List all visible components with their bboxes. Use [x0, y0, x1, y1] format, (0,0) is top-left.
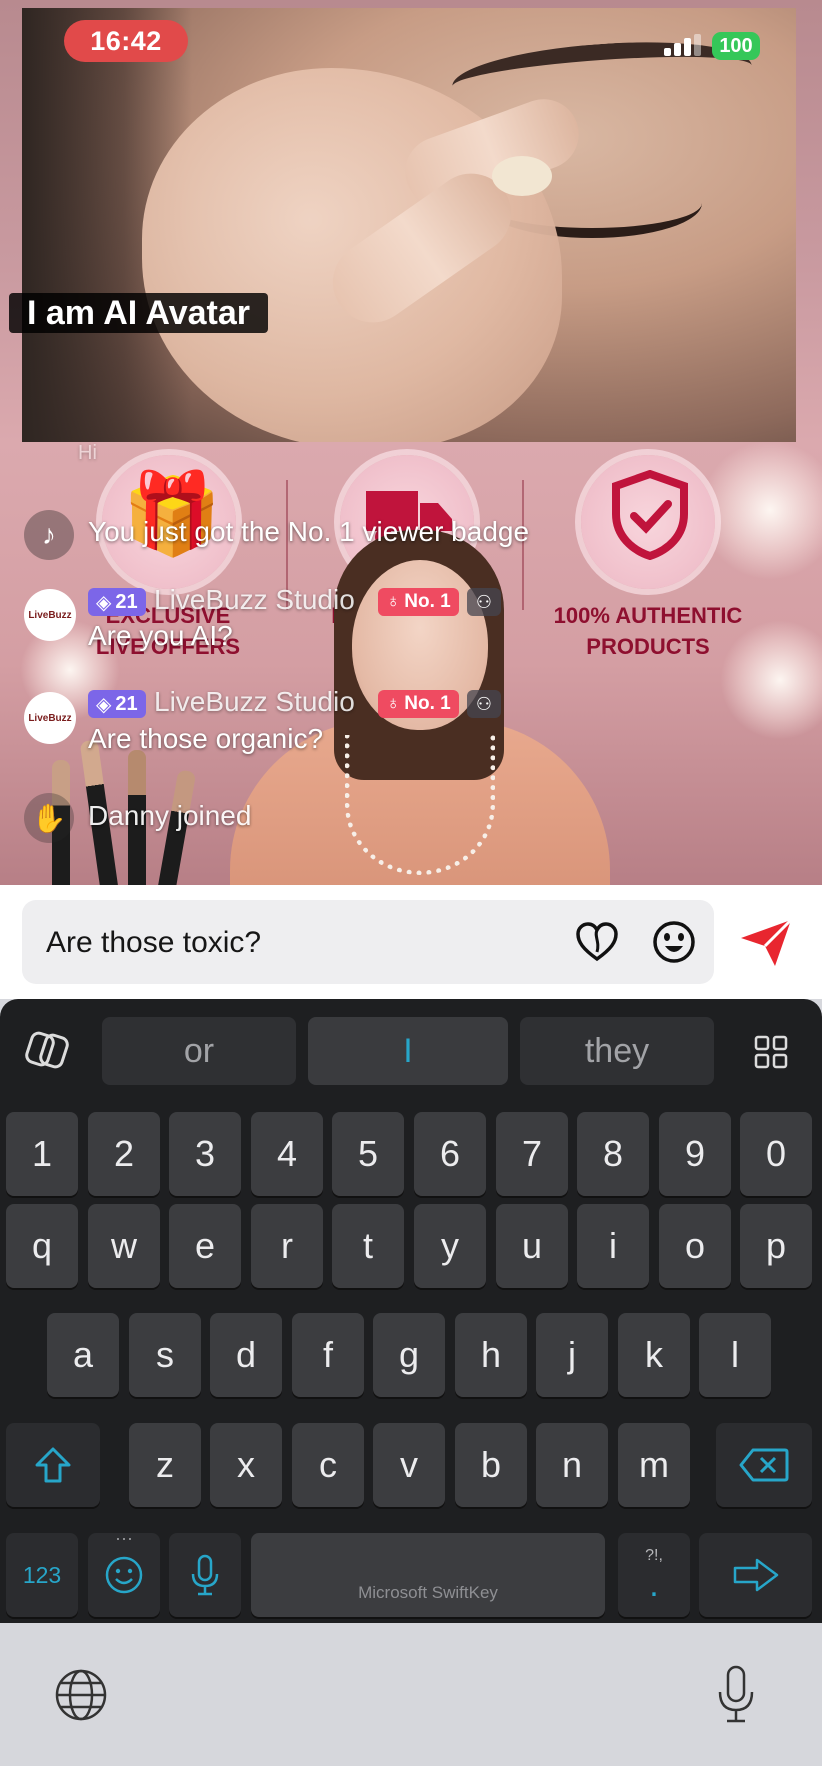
key[interactable]: n — [536, 1423, 608, 1507]
emoji-icon[interactable] — [652, 920, 696, 964]
enter-key[interactable] — [699, 1533, 812, 1617]
copilot-icon[interactable] — [24, 1027, 70, 1073]
backspace-key[interactable] — [716, 1423, 812, 1507]
chat-username[interactable]: LiveBuzz Studio — [154, 584, 355, 616]
shift-key[interactable] — [6, 1423, 100, 1507]
voice-input-key[interactable] — [169, 1533, 241, 1617]
key[interactable]: m — [618, 1423, 690, 1507]
key[interactable]: 6 — [414, 1112, 486, 1196]
key[interactable]: c — [292, 1423, 364, 1507]
person-badge-icon: ⚇ — [467, 588, 501, 616]
send-icon[interactable] — [738, 915, 794, 971]
key[interactable]: a — [47, 1313, 119, 1397]
chat-message-text: Are you AI? — [88, 620, 233, 651]
system-message: You just got the No. 1 viewer badge — [88, 516, 530, 547]
key[interactable]: x — [210, 1423, 282, 1507]
suggestion[interactable]: they — [520, 1017, 714, 1085]
heart-icon[interactable] — [574, 920, 620, 964]
apps-grid-icon[interactable] — [750, 1031, 792, 1073]
key[interactable]: i — [577, 1204, 649, 1288]
arrow-right-icon — [733, 1558, 778, 1592]
rank-badge: ♁ No. 1 — [378, 690, 459, 718]
key[interactable]: u — [496, 1204, 568, 1288]
medal-icon: ♁ — [386, 591, 401, 612]
key[interactable]: 2 — [88, 1112, 160, 1196]
key[interactable]: 8 — [577, 1112, 649, 1196]
key[interactable]: 4 — [251, 1112, 323, 1196]
numbers-key[interactable]: 123 — [6, 1533, 78, 1617]
keyboard: or I they 1 2 3 4 5 6 7 8 9 0 q w e r t … — [0, 999, 822, 1623]
globe-icon[interactable] — [52, 1666, 110, 1724]
backspace-icon — [739, 1448, 789, 1482]
key[interactable]: k — [618, 1313, 690, 1397]
key[interactable]: 5 — [332, 1112, 404, 1196]
emoji-key[interactable]: ··· — [88, 1529, 160, 1617]
key[interactable]: w — [88, 1204, 160, 1288]
key[interactable]: r — [251, 1204, 323, 1288]
microphone-icon — [191, 1554, 219, 1596]
key[interactable]: t — [332, 1204, 404, 1288]
keyboard-bottom-bar — [0, 1623, 822, 1766]
key[interactable]: e — [169, 1204, 241, 1288]
screen: { "status_bar": { "time": "16:42", "batt… — [0, 0, 822, 1766]
comment-bar: Are those toxic? — [0, 885, 822, 999]
avatar[interactable]: LiveBuzz — [24, 589, 76, 641]
key[interactable]: 0 — [740, 1112, 812, 1196]
wave-hand-icon: ✋ — [24, 793, 74, 843]
key[interactable]: h — [455, 1313, 527, 1397]
key[interactable]: 9 — [659, 1112, 731, 1196]
faded-chat-line: Hi — [78, 442, 97, 464]
key[interactable]: z — [129, 1423, 201, 1507]
diamond-icon: ◈ — [96, 591, 112, 614]
key[interactable]: d — [210, 1313, 282, 1397]
key[interactable]: y — [414, 1204, 486, 1288]
medal-icon: ♁ — [386, 693, 401, 714]
emoji-icon — [105, 1556, 143, 1594]
key[interactable]: 3 — [169, 1112, 241, 1196]
key[interactable]: 1 — [6, 1112, 78, 1196]
tiktok-icon: ♪ — [24, 510, 74, 560]
live-chat: Hi ♪ You just got the No. 1 viewer badge… — [0, 0, 822, 885]
key[interactable]: v — [373, 1423, 445, 1507]
rank-badge: ♁ No. 1 — [378, 588, 459, 616]
diamond-icon: ◈ — [96, 693, 112, 716]
chat-username[interactable]: LiveBuzz Studio — [154, 686, 355, 718]
suggestion[interactable]: or — [102, 1017, 296, 1085]
avatar[interactable]: LiveBuzz — [24, 692, 76, 744]
comment-input-text: Are those toxic? — [46, 926, 262, 959]
comment-input[interactable]: Are those toxic? — [22, 900, 714, 984]
key[interactable]: j — [536, 1313, 608, 1397]
space-key[interactable]: Microsoft SwiftKey — [251, 1533, 605, 1617]
key[interactable]: q — [6, 1204, 78, 1288]
join-message: Danny joined — [88, 800, 252, 831]
level-badge: ◈ 21 — [88, 690, 146, 718]
shift-icon — [35, 1447, 71, 1483]
key[interactable]: b — [455, 1423, 527, 1507]
key[interactable]: l — [699, 1313, 771, 1397]
key[interactable]: s — [129, 1313, 201, 1397]
key[interactable]: g — [373, 1313, 445, 1397]
suggestion[interactable]: I — [308, 1017, 508, 1085]
key[interactable]: f — [292, 1313, 364, 1397]
key[interactable]: 7 — [496, 1112, 568, 1196]
level-badge: ◈ 21 — [88, 588, 146, 616]
person-badge-icon: ⚇ — [467, 690, 501, 718]
chat-message-text: Are those organic? — [88, 723, 324, 754]
punctuation-key[interactable]: ?!, . — [618, 1533, 690, 1617]
key[interactable]: p — [740, 1204, 812, 1288]
dictation-mic-icon[interactable] — [708, 1661, 764, 1727]
key[interactable]: o — [659, 1204, 731, 1288]
